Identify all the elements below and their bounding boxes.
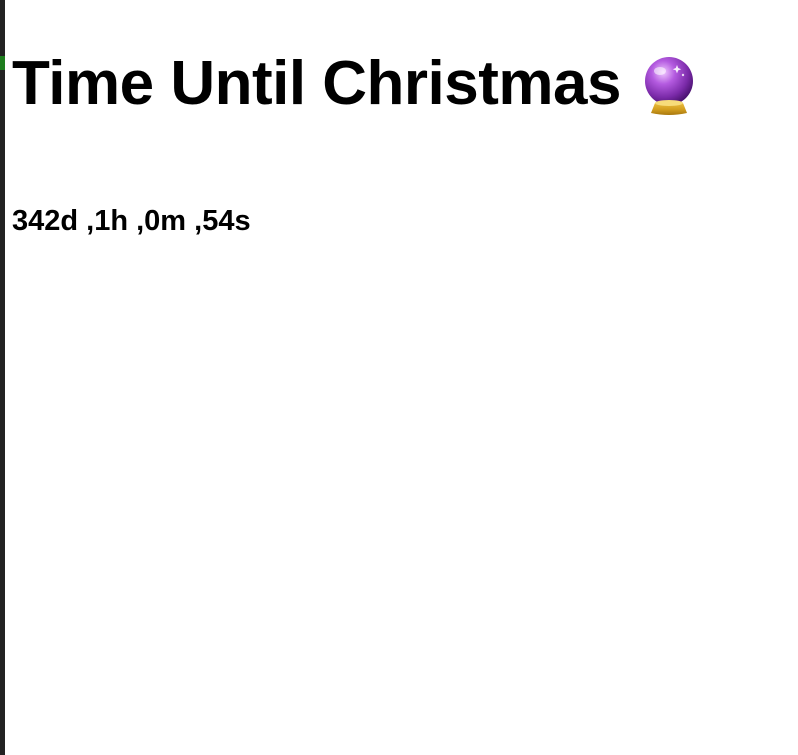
title-row: Time Until Christmas — [12, 46, 699, 122]
crystal-ball-icon — [639, 55, 699, 117]
window-edge-accent — [0, 56, 5, 70]
window-left-edge — [0, 0, 5, 755]
countdown-timer: 342d ,1h ,0m ,54s — [12, 205, 251, 237]
page-title: Time Until Christmas — [12, 49, 622, 118]
